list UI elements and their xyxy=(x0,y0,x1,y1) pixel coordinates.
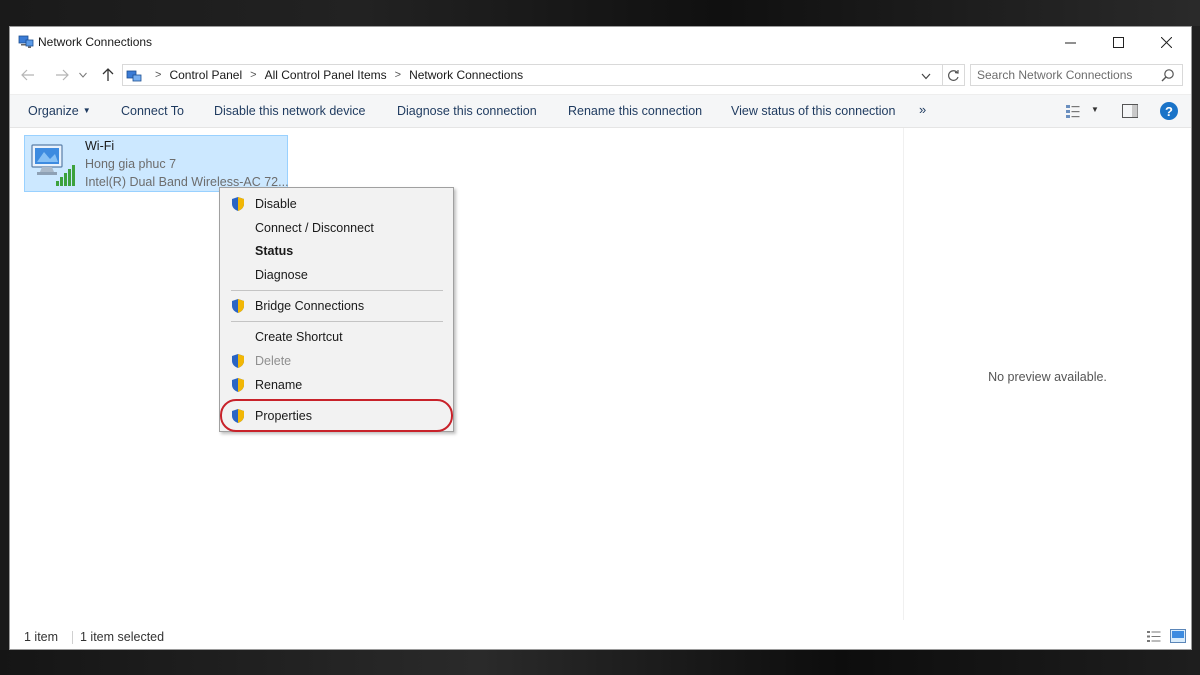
menu-item-delete: Delete xyxy=(220,350,453,372)
menu-item-label: Create Shortcut xyxy=(255,330,343,344)
network-connections-icon xyxy=(18,35,34,48)
chevron-down-icon xyxy=(79,72,87,78)
address-bar[interactable]: > Control Panel > All Control Panel Item… xyxy=(122,64,943,86)
menu-item-status[interactable]: Status xyxy=(220,240,453,262)
minimize-icon xyxy=(1064,42,1076,43)
connection-name: Wi-Fi xyxy=(85,139,115,153)
search-icon[interactable] xyxy=(1161,68,1175,82)
chevron-down-icon xyxy=(921,73,931,79)
desktop-background-left xyxy=(0,26,9,650)
forward-button[interactable] xyxy=(52,65,72,85)
caret-down-icon: ▼ xyxy=(82,106,91,115)
help-button[interactable]: ? xyxy=(1160,102,1178,120)
network-connections-window: Network Connections > Control Panel > Al… xyxy=(9,26,1192,650)
details-view-icon[interactable] xyxy=(1147,630,1161,643)
menu-item-diagnose[interactable]: Diagnose xyxy=(220,264,453,286)
desktop-background-bottom xyxy=(0,650,1200,675)
refresh-button[interactable] xyxy=(943,64,965,86)
properties-highlight-ring xyxy=(220,399,453,432)
breadcrumb-all-control-panel-items[interactable]: All Control Panel Items xyxy=(265,68,387,82)
minimize-button[interactable] xyxy=(1047,27,1093,57)
view-status-button[interactable]: View status of this connection xyxy=(731,104,895,118)
uac-shield-icon xyxy=(232,354,244,368)
up-button[interactable] xyxy=(98,65,118,85)
address-row: > Control Panel > All Control Panel Item… xyxy=(10,61,1191,89)
window-title: Network Connections xyxy=(38,35,153,49)
search-box xyxy=(970,64,1183,86)
rename-connection-button[interactable]: Rename this connection xyxy=(568,104,702,118)
breadcrumb-control-panel[interactable]: Control Panel xyxy=(169,68,242,82)
menu-item-label: Status xyxy=(255,244,294,258)
breadcrumb-separator-icon: > xyxy=(394,69,402,81)
address-history-dropdown[interactable] xyxy=(919,69,933,83)
title-bar[interactable]: Network Connections xyxy=(10,27,1191,57)
menu-item-create-shortcut[interactable]: Create Shortcut xyxy=(220,326,453,348)
search-input[interactable] xyxy=(971,65,1165,85)
preview-pane: No preview available. xyxy=(903,128,1191,620)
connections-list[interactable]: Wi-Fi Hong gia phuc 7 Intel(R) Dual Band… xyxy=(10,128,903,620)
organize-menu-button[interactable]: Organize ▼ xyxy=(28,104,91,118)
context-menu: Disable Connect / Disconnect Status Diag… xyxy=(219,187,454,432)
menu-item-bridge-connections[interactable]: Bridge Connections xyxy=(220,295,453,317)
view-options-dropdown-icon[interactable]: ▼ xyxy=(1091,105,1099,114)
breadcrumb-separator-icon: > xyxy=(155,69,162,81)
diagnose-connection-button[interactable]: Diagnose this connection xyxy=(397,104,537,118)
breadcrumb-network-connections[interactable]: Network Connections xyxy=(409,68,523,82)
menu-item-label: Delete xyxy=(255,354,292,368)
uac-shield-icon xyxy=(232,197,244,211)
menu-item-label: Rename xyxy=(255,378,303,392)
uac-shield-icon xyxy=(232,299,244,313)
menu-item-label: Connect / Disconnect xyxy=(255,221,374,235)
menu-item-label: Bridge Connections xyxy=(255,299,365,313)
arrow-left-icon xyxy=(21,69,34,81)
back-button[interactable] xyxy=(18,65,38,85)
breadcrumb: > Control Panel > All Control Panel Item… xyxy=(147,65,523,85)
menu-item-disable[interactable]: Disable xyxy=(220,193,453,215)
preview-pane-icon[interactable] xyxy=(1122,104,1138,118)
preview-message: No preview available. xyxy=(988,370,1107,384)
maximize-icon xyxy=(1112,36,1124,48)
item-count: 1 item xyxy=(24,630,59,644)
close-icon xyxy=(1160,36,1172,48)
menu-separator xyxy=(231,321,443,322)
uac-shield-icon xyxy=(232,378,244,392)
status-bar: 1 item 1 item selected xyxy=(10,625,1191,649)
maximize-button[interactable] xyxy=(1095,27,1141,57)
desktop-background-right xyxy=(1192,26,1200,650)
recent-locations-button[interactable] xyxy=(76,65,90,85)
arrow-right-icon xyxy=(56,69,69,81)
organize-label: Organize xyxy=(28,104,79,118)
more-commands-button[interactable]: » xyxy=(919,102,926,117)
connection-network: Hong gia phuc 7 xyxy=(85,157,177,171)
control-panel-icon xyxy=(126,70,142,82)
wifi-connection-tile[interactable]: Wi-Fi Hong gia phuc 7 Intel(R) Dual Band… xyxy=(24,135,289,192)
menu-item-label: Disable xyxy=(255,197,297,211)
command-bar: Organize ▼ Connect To Disable this networ… xyxy=(10,94,1191,128)
wifi-adapter-icon xyxy=(31,144,75,186)
change-view-icon[interactable] xyxy=(1065,103,1081,119)
large-icons-view-icon[interactable] xyxy=(1170,629,1186,643)
menu-item-label: Diagnose xyxy=(255,268,308,282)
close-button[interactable] xyxy=(1143,27,1189,57)
selection-count: 1 item selected xyxy=(80,630,165,644)
menu-item-rename[interactable]: Rename xyxy=(220,374,453,396)
status-divider xyxy=(72,631,73,644)
connect-to-button[interactable]: Connect To xyxy=(121,104,184,118)
refresh-icon xyxy=(948,69,959,81)
disable-device-button[interactable]: Disable this network device xyxy=(214,104,365,118)
menu-item-connect-disconnect[interactable]: Connect / Disconnect xyxy=(220,217,453,239)
menu-separator xyxy=(231,290,443,291)
arrow-up-icon xyxy=(102,68,114,81)
desktop-background-top xyxy=(0,0,1200,26)
breadcrumb-separator-icon: > xyxy=(250,69,257,81)
